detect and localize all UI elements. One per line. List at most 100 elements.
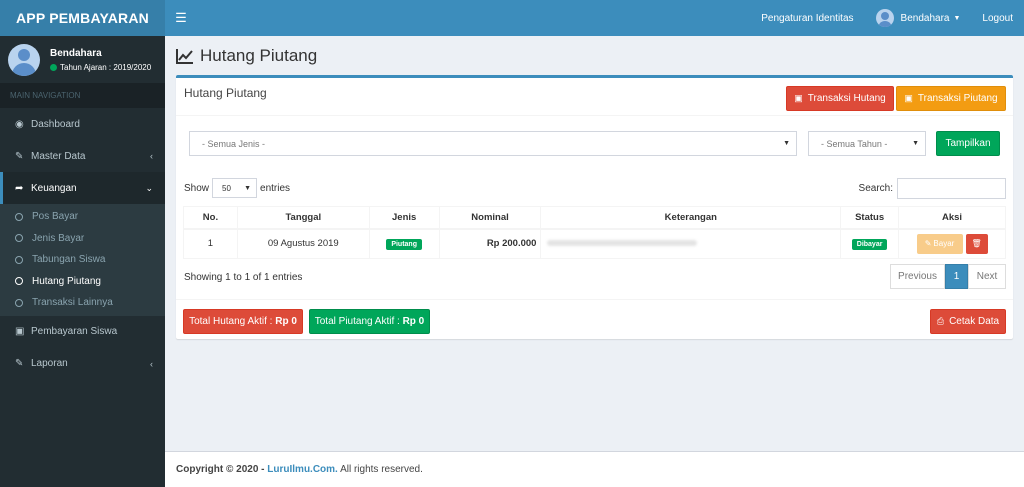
- hutang-piutang-table: No. Tanggal Jenis Nominal Keterangan Sta…: [183, 206, 1006, 259]
- search-control: Search:: [859, 178, 1006, 199]
- transaksi-hutang-button[interactable]: ▣ Transaksi Hutang: [786, 86, 894, 111]
- tahun-filter-value: - Semua Tahun -: [821, 138, 888, 149]
- status-badge: Dibayar: [851, 238, 888, 250]
- main-box: Hutang Piutang ▣ Transaksi Hutang ▣ Tran…: [176, 75, 1013, 339]
- circle-icon: [15, 255, 23, 264]
- copyright-text: Copyright © 2020 -: [176, 464, 268, 475]
- entries-length-value: 50: [222, 183, 231, 193]
- money-icon: ▣: [904, 93, 913, 103]
- transaksi-piutang-label: Transaksi Piutang: [917, 93, 998, 104]
- jenis-filter-select[interactable]: - Semua Jenis - ▼: [189, 131, 797, 156]
- sidebar-item-keuangan[interactable]: ➦ Keuangan ⌄: [0, 172, 165, 204]
- circle-icon: [15, 298, 23, 307]
- submenu-item-label: Tabungan Siswa: [32, 254, 106, 266]
- sidebar: Bendahara Tahun Ajaran : 2019/2020 MAIN …: [0, 36, 165, 487]
- sidebar-item-label: Laporan: [31, 358, 68, 369]
- column-header-jenis[interactable]: Jenis: [368, 206, 440, 230]
- submenu-item-hutang-piutang[interactable]: Hutang Piutang: [0, 271, 165, 293]
- sidebar-item-label: Master Data: [31, 150, 86, 162]
- sidebar-toggle-button[interactable]: ☰: [165, 0, 197, 36]
- footer-link[interactable]: LuruIlmu.Com.: [267, 464, 338, 475]
- nav-header: MAIN NAVIGATION: [0, 83, 165, 108]
- user-menu[interactable]: Bendahara ▼: [865, 0, 972, 36]
- avatar: [8, 43, 40, 76]
- edit-icon: ✎: [15, 358, 24, 369]
- submenu-item-tabungan-siswa[interactable]: Tabungan Siswa: [0, 249, 165, 271]
- pagination: Previous 1 Next: [890, 264, 1006, 289]
- submenu-item-jenis-bayar[interactable]: Jenis Bayar: [0, 228, 165, 250]
- circle-icon: [15, 212, 23, 221]
- sidebar-item-laporan[interactable]: ✎ Laporan ‹: [0, 348, 165, 380]
- jenis-badge: Piutang: [386, 238, 422, 250]
- pengaturan-identitas-link[interactable]: Pengaturan Identitas: [750, 0, 864, 36]
- sidebar-item-master-data[interactable]: ✎ Master Data ‹: [0, 140, 165, 172]
- column-header-aksi[interactable]: Aksi: [898, 206, 1006, 230]
- money-icon: ▣: [15, 326, 25, 337]
- total-piutang-value: Rp 0: [402, 316, 425, 327]
- caret-down-icon: ▼: [953, 14, 961, 22]
- cetak-data-button[interactable]: ⎙ Cetak Data: [930, 309, 1006, 334]
- page-1-button[interactable]: 1: [945, 264, 968, 289]
- navbar-right: Pengaturan Identitas Bendahara ▼ Logout: [750, 0, 1024, 36]
- dropdown-arrow-icon: ▼: [783, 140, 790, 147]
- circle-icon: [15, 234, 23, 243]
- column-header-status[interactable]: Status: [840, 206, 900, 230]
- circle-icon: [15, 277, 23, 286]
- total-hutang-label: Total Hutang Aktif :: [189, 316, 276, 327]
- page-title-text: Hutang Piutang: [200, 46, 318, 65]
- user-status-text: Tahun Ajaran : 2019/2020: [60, 62, 152, 72]
- transaksi-hutang-label: Transaksi Hutang: [807, 93, 886, 104]
- box-divider: [176, 115, 1013, 116]
- total-hutang-button[interactable]: Total Hutang Aktif : Rp 0: [183, 309, 303, 334]
- total-piutang-label: Total Piutang Aktif :: [314, 316, 403, 327]
- transaksi-piutang-button[interactable]: ▣ Transaksi Piutang: [896, 86, 1006, 111]
- sidebar-item-label: Dashboard: [31, 118, 80, 130]
- trash-icon: 🗑: [971, 239, 982, 249]
- column-header-nominal[interactable]: Nominal: [438, 206, 542, 230]
- table-header-row: No. Tanggal Jenis Nominal Keterangan Sta…: [183, 206, 1006, 230]
- edit-icon: ✎: [15, 150, 24, 162]
- line-chart-icon: [176, 49, 193, 64]
- submenu-item-label: Jenis Bayar: [32, 232, 85, 244]
- user-status: Tahun Ajaran : 2019/2020: [50, 63, 151, 72]
- chevron-left-icon: ‹: [150, 358, 153, 369]
- dashboard-icon: ◉: [15, 118, 24, 130]
- tampilkan-button[interactable]: Tampilkan: [936, 131, 1000, 156]
- column-header-tanggal[interactable]: Tanggal: [236, 206, 370, 230]
- cell-nominal: Rp 200.000: [438, 228, 542, 259]
- cell-no: 1: [183, 228, 238, 259]
- table-row: 1 09 Agustus 2019 Piutang Rp 200.000 Dib…: [183, 228, 1006, 259]
- previous-page-button[interactable]: Previous: [890, 264, 945, 289]
- column-header-no[interactable]: No.: [183, 206, 238, 230]
- sidebar-item-label: Keuangan: [31, 182, 77, 194]
- cetak-data-label: Cetak Data: [949, 316, 1000, 327]
- length-control: Show 50 ▼ entries: [184, 178, 290, 198]
- delete-button[interactable]: 🗑: [965, 233, 988, 254]
- cell-aksi: ✎ Bayar 🗑: [898, 228, 1006, 259]
- bayar-button[interactable]: ✎ Bayar: [916, 233, 963, 254]
- submenu-item-label: Hutang Piutang: [32, 275, 101, 287]
- chevron-left-icon: ‹: [150, 151, 153, 161]
- logout-link[interactable]: Logout: [971, 0, 1024, 36]
- chevron-down-icon: ⌄: [145, 182, 153, 193]
- app-logo[interactable]: APP PEMBAYARAN: [0, 0, 165, 36]
- search-input[interactable]: [897, 178, 1006, 199]
- money-icon: ▣: [794, 93, 803, 103]
- sidebar-item-pembayaran-siswa[interactable]: ▣ Pembayaran Siswa: [0, 316, 165, 348]
- page-title: Hutang Piutang: [176, 46, 317, 66]
- edit-icon: ✎: [924, 239, 932, 249]
- jenis-filter-value: - Semua Jenis -: [202, 138, 266, 149]
- sidebar-item-dashboard[interactable]: ◉ Dashboard: [0, 108, 165, 140]
- total-hutang-value: Rp 0: [275, 316, 297, 327]
- submenu-item-transaksi-lainnya[interactable]: Transaksi Lainnya: [0, 292, 165, 314]
- next-page-button[interactable]: Next: [968, 264, 1006, 289]
- box-title: Hutang Piutang: [184, 86, 267, 100]
- bayar-label: Bayar: [933, 239, 955, 249]
- column-header-keterangan[interactable]: Keterangan: [540, 206, 842, 230]
- rights-text: All rights reserved.: [337, 464, 423, 475]
- tahun-filter-select[interactable]: - Semua Tahun - ▼: [808, 131, 926, 156]
- entries-length-select[interactable]: 50 ▼: [212, 178, 258, 198]
- submenu-item-pos-bayar[interactable]: Pos Bayar: [0, 206, 165, 228]
- redacted-text: [547, 240, 698, 247]
- total-piutang-button[interactable]: Total Piutang Aktif : Rp 0: [309, 309, 430, 334]
